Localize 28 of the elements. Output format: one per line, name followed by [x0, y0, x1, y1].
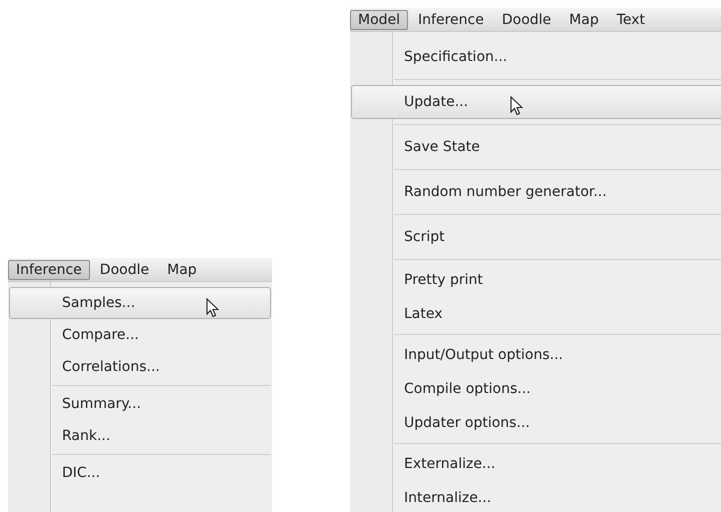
menu-title[interactable]: Inference	[8, 260, 90, 280]
menu-title[interactable]: Doodle	[92, 260, 158, 280]
menu-title[interactable]: Doodle	[494, 10, 560, 30]
menu-item[interactable]: Compare...	[9, 319, 271, 351]
menu-item[interactable]: Samples...	[9, 287, 271, 319]
menu-title[interactable]: Map	[561, 10, 607, 30]
menu-item[interactable]: Specification...	[351, 40, 721, 74]
menu-item[interactable]: DIC...	[9, 457, 271, 489]
menu-title[interactable]: Inference	[410, 10, 492, 30]
menu-item[interactable]: Compile options...	[351, 372, 721, 406]
menu-item[interactable]: Correlations...	[9, 351, 271, 383]
menu-item[interactable]: Latex	[351, 297, 721, 331]
cursor-icon	[510, 96, 523, 116]
cursor-icon	[206, 298, 219, 318]
menu-item[interactable]: Script	[351, 220, 721, 254]
menu-item[interactable]: Pretty print	[351, 263, 721, 297]
menu-title[interactable]: Text	[608, 10, 654, 30]
menu-item[interactable]: Internalize...	[351, 481, 721, 512]
menu-item[interactable]: Summary...	[9, 388, 271, 420]
menu-title[interactable]: Map	[159, 260, 205, 280]
menu-item[interactable]: Save State	[351, 130, 721, 164]
menu-item[interactable]: Random number generator...	[351, 175, 721, 209]
menu-item[interactable]: Input/Output options...	[351, 338, 721, 372]
menu-item[interactable]: Rank...	[9, 420, 271, 452]
menu-item[interactable]: Updater options...	[351, 406, 721, 440]
menu-item[interactable]: Externalize...	[351, 447, 721, 481]
menu-item[interactable]: Update...	[351, 85, 721, 119]
menu-title[interactable]: Model	[350, 10, 408, 30]
